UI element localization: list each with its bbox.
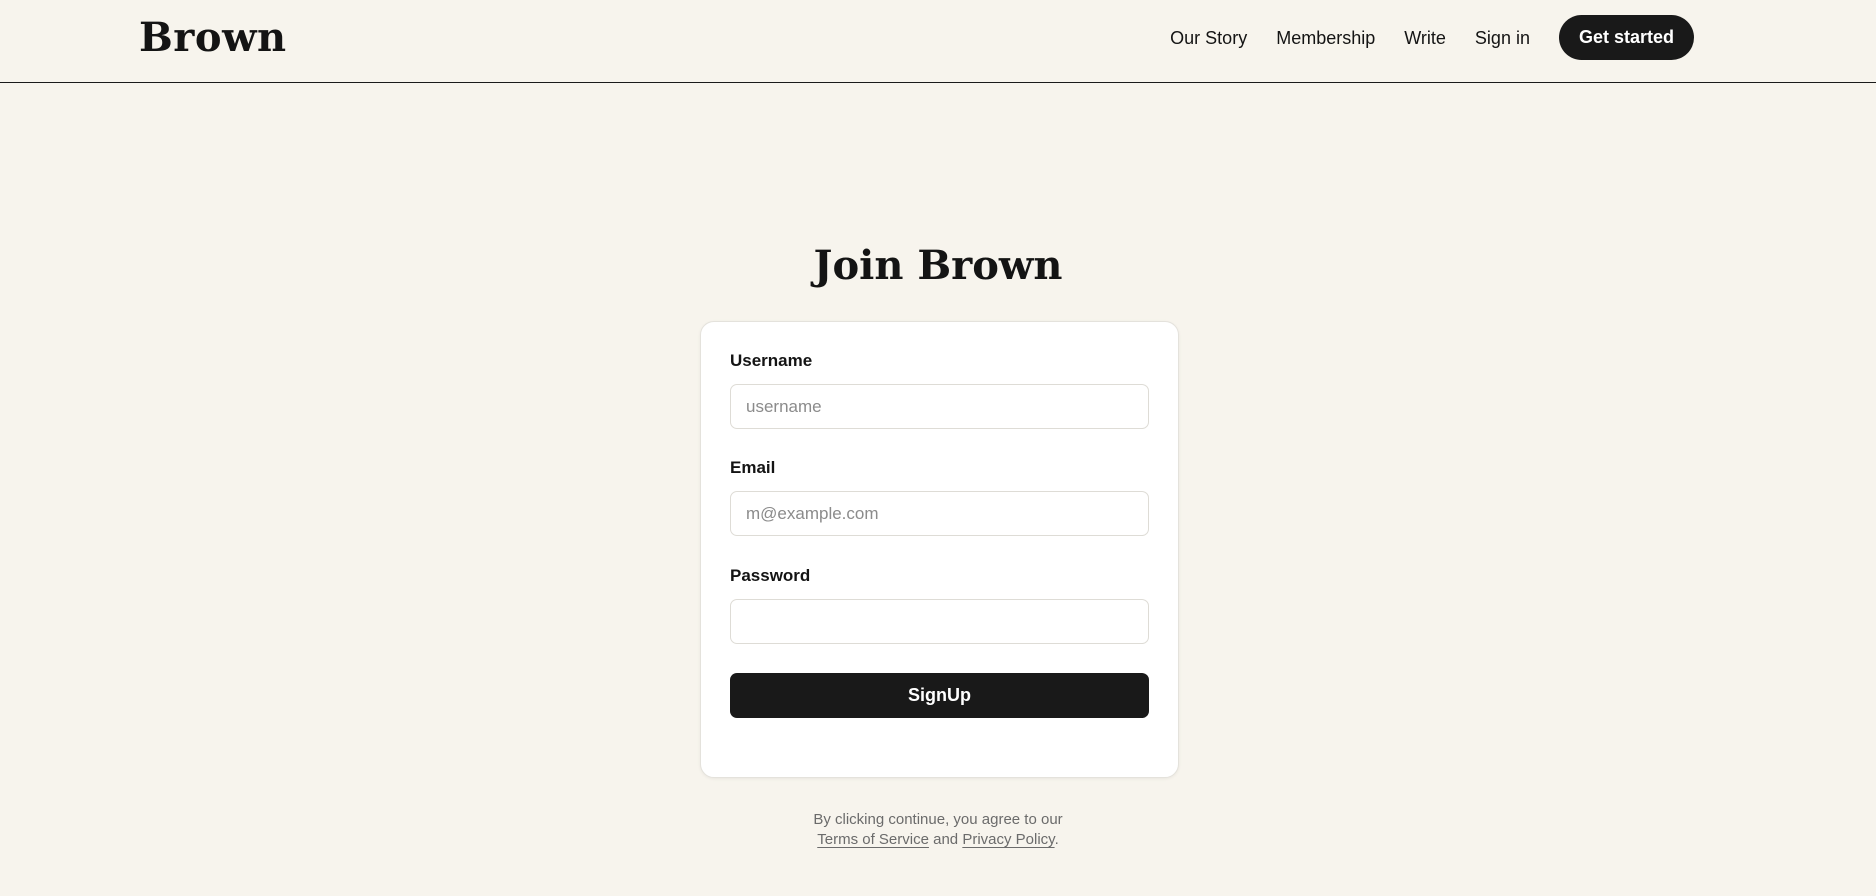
password-label: Password (730, 566, 811, 585)
page-title: Join Brown (813, 242, 1063, 289)
email-input[interactable] (730, 491, 1149, 536)
legal-notice: By clicking continue, you agree to our T… (0, 810, 1876, 850)
top-navigation-bar: Brown Our Story Membership Write Sign in… (0, 0, 1876, 83)
password-input[interactable] (730, 599, 1149, 644)
username-label: Username (730, 351, 813, 370)
legal-links-line: Terms of Service and Privacy Policy. (0, 830, 1876, 850)
email-label: Email (730, 458, 776, 477)
nav-link-write[interactable]: Write (1404, 26, 1446, 50)
legal-period: . (1054, 831, 1059, 848)
terms-of-service-link[interactable]: Terms of Service (817, 831, 929, 848)
privacy-policy-link[interactable]: Privacy Policy (962, 831, 1054, 848)
signup-button[interactable]: SignUp (730, 673, 1149, 718)
nav-link-membership[interactable]: Membership (1276, 26, 1375, 50)
legal-and-text: and (933, 831, 959, 848)
signup-form-card: Username Email Password SignUp (700, 321, 1179, 778)
get-started-button[interactable]: Get started (1558, 15, 1694, 60)
legal-prefix-text: By clicking continue, you agree to our (813, 811, 1063, 828)
nav-link-sign-in[interactable]: Sign in (1475, 26, 1530, 50)
main-nav: Our Story Membership Write Sign in Get s… (1170, 15, 1694, 60)
username-input[interactable] (730, 384, 1149, 429)
nav-link-our-story[interactable]: Our Story (1170, 26, 1247, 50)
site-logo[interactable]: Brown (139, 10, 287, 66)
